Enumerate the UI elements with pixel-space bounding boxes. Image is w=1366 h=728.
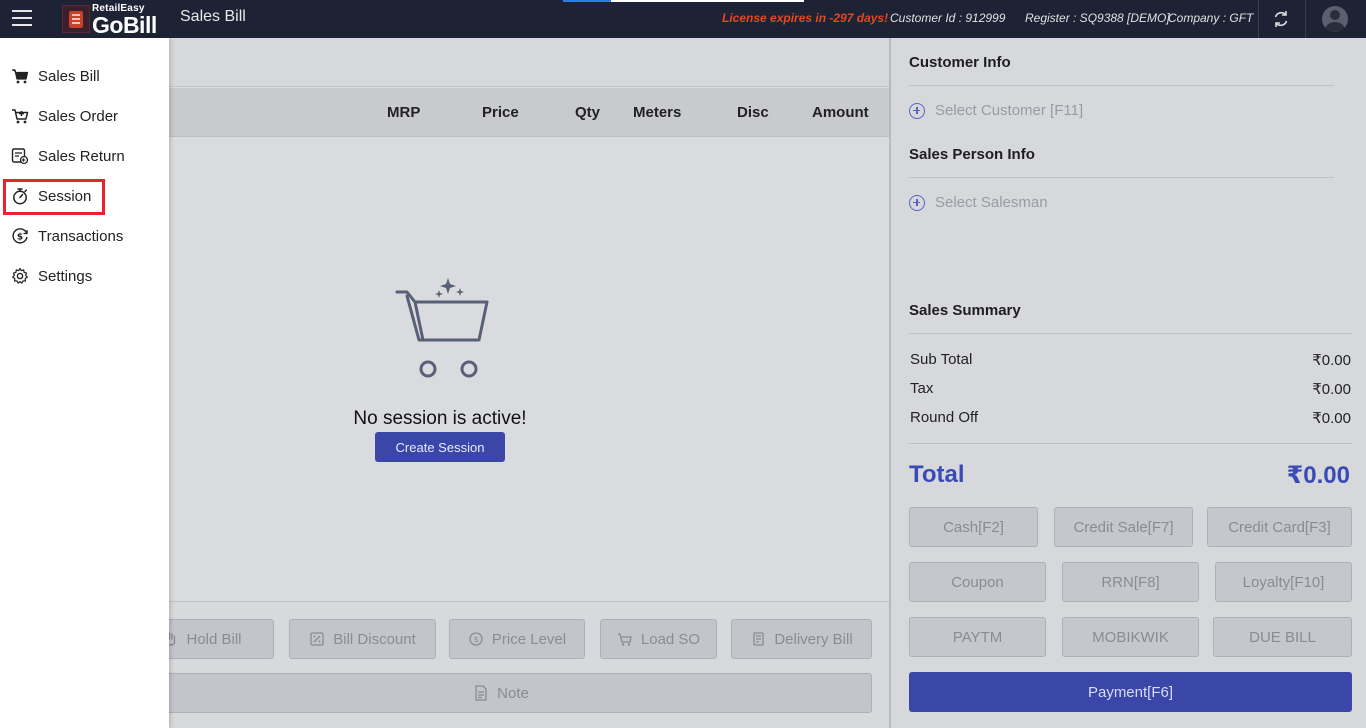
column-header: Qty bbox=[575, 104, 601, 121]
divider bbox=[909, 333, 1352, 334]
avatar[interactable] bbox=[1322, 6, 1348, 32]
sub-total-row: Sub Total ₹0.00 bbox=[910, 351, 1351, 369]
sidebar-item-label: Sales Order bbox=[38, 107, 119, 125]
no-session-message: No session is active! bbox=[353, 408, 527, 429]
return-icon bbox=[11, 148, 29, 165]
round-off-row: Round Off ₹0.00 bbox=[910, 409, 1351, 427]
app-logo: RetailEasy GoBill bbox=[62, 3, 157, 38]
svg-text:$: $ bbox=[17, 233, 23, 243]
column-header: MRP bbox=[387, 104, 421, 121]
logo-big-text: GoBill bbox=[92, 12, 157, 38]
rrn-button[interactable]: RRN[F8] bbox=[1062, 562, 1199, 602]
logo-icon bbox=[62, 5, 90, 33]
select-customer-button[interactable]: Select Customer [F11] bbox=[909, 102, 1083, 119]
column-header: Price bbox=[482, 104, 519, 121]
select-salesman-label: Select Salesman bbox=[935, 194, 1048, 211]
payment-button[interactable]: Payment[F6] bbox=[909, 672, 1352, 712]
tax-label: Tax bbox=[910, 380, 934, 397]
sales-summary-title: Sales Summary bbox=[909, 302, 1021, 319]
sidebar-item-label: Sales Bill bbox=[38, 67, 100, 85]
divider bbox=[909, 85, 1334, 86]
delivery-icon bbox=[753, 632, 764, 646]
round-off-value: ₹0.00 bbox=[1312, 410, 1351, 427]
coupon-button[interactable]: Coupon bbox=[909, 562, 1046, 602]
credit-card-button[interactable]: Credit Card[F3] bbox=[1207, 507, 1352, 547]
load-so-button[interactable]: Load SO bbox=[600, 619, 717, 659]
sidebar-item-label: Sales Return bbox=[38, 147, 125, 165]
total-label: Total bbox=[909, 461, 965, 488]
customer-id: Customer Id : 912999 bbox=[890, 11, 1006, 25]
sidebar-item-label: Settings bbox=[38, 267, 93, 285]
license-warning: License expires in -297 days! bbox=[722, 11, 889, 25]
delivery-bill-label: Delivery Bill bbox=[774, 630, 853, 648]
credit-sale-button[interactable]: Credit Sale[F7] bbox=[1054, 507, 1193, 547]
column-header: Meters bbox=[633, 104, 682, 121]
hold-bill-label: Hold Bill bbox=[186, 630, 242, 648]
add-circle-icon bbox=[909, 194, 925, 211]
mobikwik-button[interactable]: MOBIKWIK bbox=[1062, 617, 1199, 657]
tax-row: Tax ₹0.00 bbox=[910, 380, 1351, 398]
register-info: Register : SQ9388 [DEMO] bbox=[1025, 11, 1170, 25]
select-salesman-button[interactable]: Select Salesman bbox=[909, 194, 1048, 211]
sub-total-value: ₹0.00 bbox=[1312, 352, 1351, 369]
dollar-circle-icon: $ bbox=[12, 228, 28, 244]
menu-icon[interactable] bbox=[12, 10, 32, 28]
column-header: Disc bbox=[737, 104, 769, 121]
cart-icon bbox=[12, 69, 29, 84]
cart-plus-icon bbox=[12, 109, 29, 124]
cash-button[interactable]: Cash[F2] bbox=[909, 507, 1038, 547]
top-bar: RetailEasy GoBill Sales Bill License exp… bbox=[0, 0, 1366, 38]
select-customer-label: Select Customer [F11] bbox=[935, 102, 1084, 119]
total-value: ₹0.00 bbox=[1286, 462, 1350, 489]
refresh-icon[interactable] bbox=[1271, 9, 1291, 29]
column-header: Amount bbox=[812, 104, 869, 121]
note-button[interactable]: Note bbox=[130, 673, 872, 713]
cart-load-icon bbox=[617, 633, 632, 646]
note-label: Note bbox=[497, 684, 529, 702]
percent-icon bbox=[310, 632, 324, 646]
create-session-button[interactable]: Create Session bbox=[375, 432, 505, 462]
add-circle-icon bbox=[909, 102, 925, 119]
load-so-label: Load SO bbox=[640, 630, 701, 648]
sidebar: Sales Bill Sales Order Sales Return Sess… bbox=[0, 38, 169, 728]
divider bbox=[909, 443, 1352, 444]
delivery-bill-button[interactable]: Delivery Bill bbox=[731, 619, 872, 659]
due-bill-button[interactable]: DUE BILL bbox=[1213, 617, 1352, 657]
sidebar-item-transactions[interactable]: $ Transactions bbox=[11, 224, 123, 248]
tax-value: ₹0.00 bbox=[1312, 381, 1351, 398]
session-highlight-box bbox=[3, 179, 105, 215]
note-icon bbox=[475, 685, 487, 701]
price-level-button[interactable]: $ Price Level bbox=[449, 619, 585, 659]
loading-bar bbox=[563, 0, 804, 2]
sidebar-item-settings[interactable]: Settings bbox=[11, 264, 92, 288]
round-off-label: Round Off bbox=[910, 409, 979, 426]
paytm-button[interactable]: PAYTM bbox=[909, 617, 1046, 657]
price-level-label: Price Level bbox=[491, 630, 567, 648]
divider bbox=[1258, 0, 1259, 38]
sales-person-title: Sales Person Info bbox=[909, 146, 1035, 163]
sidebar-item-label: Transactions bbox=[38, 227, 124, 245]
page-title: Sales Bill bbox=[180, 8, 246, 25]
right-panel: Customer Info Select Customer [F11] Sale… bbox=[889, 38, 1366, 728]
divider bbox=[909, 177, 1334, 178]
loyalty-button[interactable]: Loyalty[F10] bbox=[1215, 562, 1352, 602]
bill-discount-label: Bill Discount bbox=[333, 630, 416, 648]
customer-info-title: Customer Info bbox=[909, 54, 1011, 71]
empty-cart-icon bbox=[395, 278, 489, 378]
sub-total-label: Sub Total bbox=[910, 351, 973, 368]
sidebar-item-sales-return[interactable]: Sales Return bbox=[11, 144, 125, 168]
bill-discount-button[interactable]: Bill Discount bbox=[289, 619, 436, 659]
company-info: Company : GFT bbox=[1168, 11, 1254, 25]
sidebar-item-sales-order[interactable]: Sales Order bbox=[11, 104, 118, 128]
svg-text:$: $ bbox=[473, 635, 478, 644]
gear-icon bbox=[12, 267, 28, 284]
divider bbox=[1305, 0, 1306, 38]
dollar-refresh-icon: $ bbox=[469, 632, 483, 646]
sidebar-item-sales-bill[interactable]: Sales Bill bbox=[11, 64, 100, 88]
